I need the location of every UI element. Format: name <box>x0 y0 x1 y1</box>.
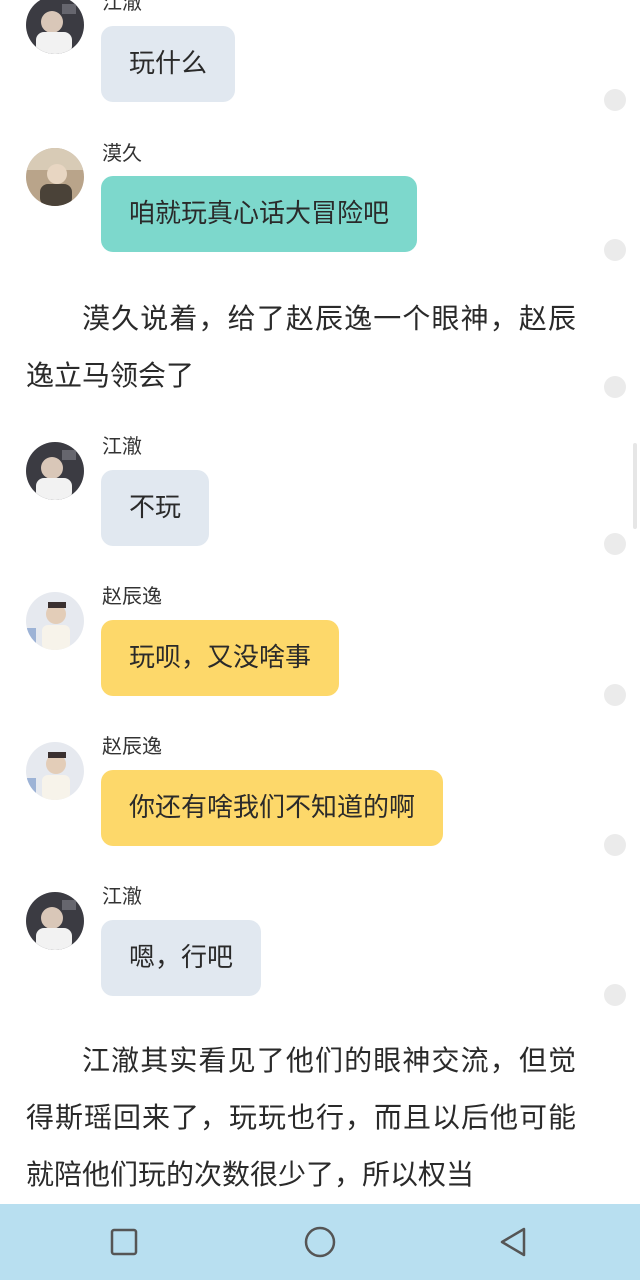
message-bubble[interactable]: 嗯，行吧 <box>101 920 262 996</box>
comment-dot-icon[interactable] <box>604 89 626 111</box>
avatar-image <box>26 892 84 950</box>
message-bubble[interactable]: 玩呗，又没啥事 <box>101 620 340 696</box>
sender-name: 江澈 <box>102 884 142 908</box>
comment-dot-icon[interactable] <box>604 239 626 261</box>
avatar-image <box>26 742 84 800</box>
comment-dot-icon[interactable] <box>604 533 626 555</box>
narration-paragraph: 江澈其实看见了他们的眼神交流，但觉得斯瑶回来了，玩玩也行，而且以后他可能就陪他们… <box>26 1044 576 1191</box>
avatar-zhaochenyi[interactable] <box>26 592 84 650</box>
avatar-zhaochenyi[interactable] <box>26 742 84 800</box>
sender-name: 赵辰逸 <box>102 734 162 758</box>
circle-home-icon[interactable] <box>302 1224 338 1260</box>
avatar-image <box>26 0 84 54</box>
scrollbar-handle[interactable] <box>633 443 637 529</box>
avatar-jiangche[interactable] <box>26 892 84 950</box>
avatar-jiangche[interactable] <box>26 0 84 54</box>
avatar-jiangche[interactable] <box>26 442 84 500</box>
triangle-back-icon[interactable] <box>496 1224 532 1260</box>
comment-dot-icon[interactable] <box>604 984 626 1006</box>
message-bubble[interactable]: 你还有啥我们不知道的啊 <box>101 770 444 846</box>
comment-dot-icon[interactable] <box>604 376 626 398</box>
avatar-image <box>26 442 84 500</box>
sender-name: 江澈 <box>102 0 142 14</box>
sender-name: 漠久 <box>102 141 142 165</box>
sender-name: 江澈 <box>102 434 142 458</box>
comment-dot-icon[interactable] <box>604 834 626 856</box>
narration-paragraph: 漠久说着，给了赵辰逸一个眼神，赵辰逸立马领会了 <box>26 302 576 392</box>
avatar-image <box>26 592 84 650</box>
system-navigation-bar <box>0 1204 640 1280</box>
message-bubble[interactable]: 咱就玩真心话大冒险吧 <box>101 176 418 252</box>
message-bubble[interactable]: 不玩 <box>101 470 210 546</box>
comment-dot-icon[interactable] <box>604 684 626 706</box>
message-bubble[interactable]: 玩什么 <box>101 26 236 102</box>
avatar-mojiu[interactable] <box>26 148 84 206</box>
square-recents-icon[interactable] <box>106 1224 142 1260</box>
avatar-image <box>26 148 84 206</box>
sender-name: 赵辰逸 <box>102 584 162 608</box>
